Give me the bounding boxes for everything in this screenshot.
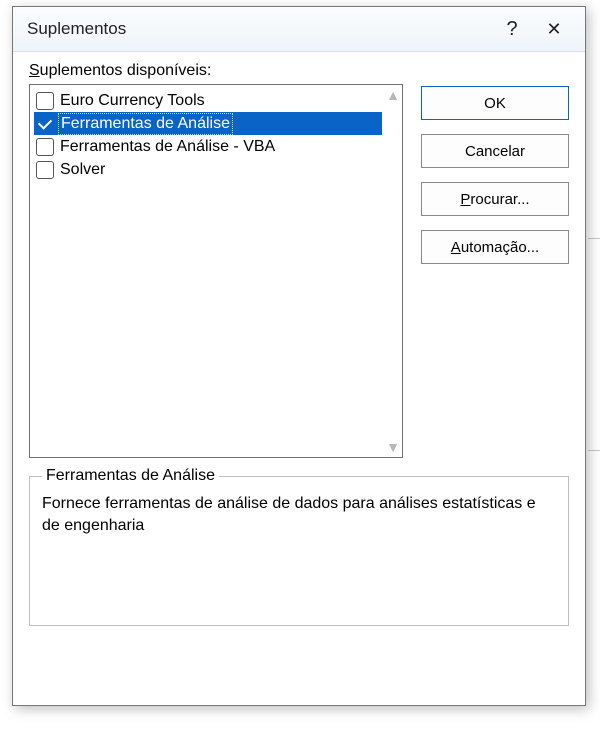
- label-rest: uplementos disponíveis:: [40, 62, 212, 79]
- background-divider: [588, 238, 600, 239]
- help-button[interactable]: ?: [491, 12, 533, 46]
- details-title: Ferramentas de Análise: [42, 467, 219, 485]
- checkbox[interactable]: [36, 92, 54, 110]
- checkbox[interactable]: [36, 161, 54, 179]
- details-groupbox: Ferramentas de Análise Fornece ferrament…: [29, 476, 569, 626]
- list-item[interactable]: Euro Currency Tools: [34, 89, 382, 112]
- available-addins-label: Suplementos disponíveis:: [29, 62, 403, 80]
- list-item[interactable]: Ferramentas de Análise - VBA: [34, 135, 382, 158]
- addins-listbox[interactable]: Euro Currency Tools Ferramentas de Anális…: [29, 84, 403, 458]
- scroll-down-icon[interactable]: ▼: [384, 438, 402, 456]
- checkmark-icon: [38, 115, 52, 129]
- close-button[interactable]: ✕: [533, 12, 575, 46]
- details-description: Fornece ferramentas de análise de dados …: [42, 493, 556, 536]
- accelerator-s: S: [29, 62, 40, 79]
- ok-button-label: OK: [484, 95, 506, 112]
- help-icon: ?: [506, 18, 517, 41]
- cancel-button-label: Cancelar: [465, 143, 525, 160]
- automation-button-label: Automação...: [451, 239, 539, 256]
- browse-button-label: Procurar...: [460, 191, 529, 208]
- titlebar[interactable]: Suplementos ? ✕: [13, 7, 585, 52]
- checkbox[interactable]: [36, 138, 54, 156]
- close-icon: ✕: [546, 19, 561, 40]
- cancel-button[interactable]: Cancelar: [421, 134, 569, 168]
- list-item-label: Solver: [60, 161, 105, 179]
- dialog-title: Suplementos: [27, 19, 491, 39]
- background-divider: [588, 450, 600, 451]
- addins-dialog: Suplementos ? ✕ Suplementos disponíveis:…: [12, 6, 586, 706]
- list-item[interactable]: Solver: [34, 158, 382, 181]
- automation-button[interactable]: Automação...: [421, 230, 569, 264]
- scroll-up-icon[interactable]: ▲: [384, 86, 402, 104]
- ok-button[interactable]: OK: [421, 86, 569, 120]
- list-item-label: Euro Currency Tools: [60, 92, 205, 110]
- list-item-label: Ferramentas de Análise - VBA: [60, 138, 275, 156]
- checkbox[interactable]: [36, 115, 54, 133]
- browse-button[interactable]: Procurar...: [421, 182, 569, 216]
- list-item-label: Ferramentas de Análise: [60, 115, 231, 133]
- list-item[interactable]: Ferramentas de Análise: [34, 112, 382, 135]
